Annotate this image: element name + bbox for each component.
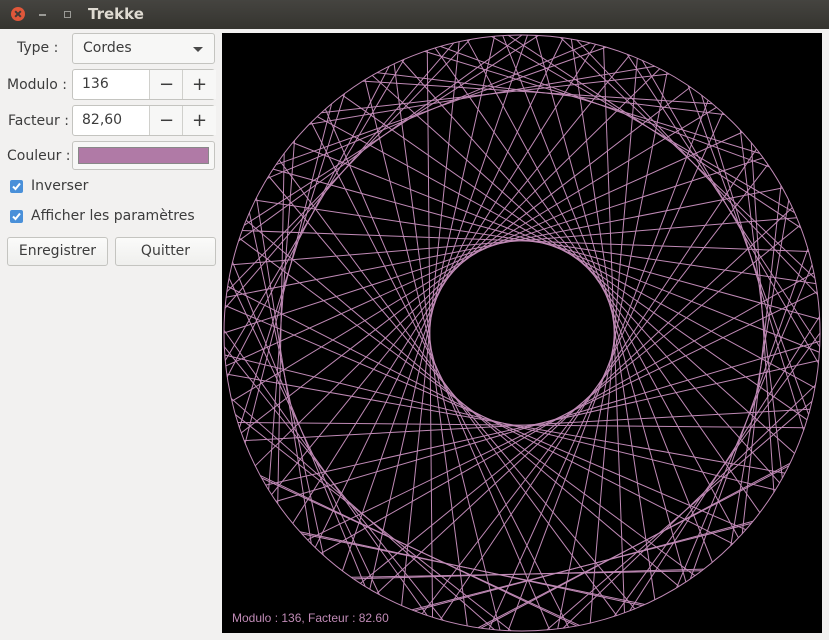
minimize-window-icon[interactable] — [36, 7, 50, 21]
chord-line — [227, 285, 733, 545]
chord-line — [223, 346, 444, 621]
chord-line — [491, 36, 795, 214]
times-table-drawing — [223, 34, 821, 632]
facteur-label: Facteur : — [8, 113, 69, 129]
chord-line — [488, 112, 724, 630]
save-button[interactable]: Enregistrer — [7, 237, 108, 266]
modulo-spinbox[interactable]: 136 − + — [72, 69, 216, 100]
quit-button[interactable]: Quitter — [115, 237, 216, 266]
modulo-label: Modulo : — [7, 77, 68, 93]
chord-line — [362, 80, 713, 105]
outer-circle — [223, 34, 821, 632]
checkmark-icon — [12, 182, 21, 191]
chord-line — [739, 130, 783, 479]
modulo-increment-button[interactable]: + — [182, 70, 216, 99]
type-dropdown[interactable]: Cordes — [72, 33, 215, 64]
chord-line — [687, 85, 810, 415]
chord-line — [307, 291, 818, 541]
couleur-label: Couleur : — [7, 148, 71, 164]
color-swatch — [78, 147, 209, 164]
chord-line — [225, 131, 743, 367]
window-title: Trekke — [88, 5, 144, 23]
facteur-increment-button[interactable]: + — [182, 106, 216, 135]
chord-line — [626, 53, 821, 348]
chord-line — [314, 37, 564, 548]
chord-line — [245, 219, 680, 587]
modulo-input[interactable]: 136 — [82, 76, 109, 92]
chord-line — [629, 316, 820, 612]
maximize-window-icon[interactable] — [61, 7, 75, 21]
chord-line — [272, 168, 820, 320]
params-checkbox[interactable] — [10, 210, 23, 223]
chord-line — [231, 106, 717, 402]
drawing-canvas: Modulo : 136, Facteur : 82.60 — [222, 33, 822, 633]
chord-line — [231, 217, 797, 266]
chord-line — [689, 248, 809, 580]
chevron-down-icon — [193, 47, 203, 52]
close-window-icon[interactable] — [11, 7, 25, 21]
checkmark-icon — [12, 212, 21, 221]
chord-line — [502, 35, 713, 563]
type-selected-value: Cordes — [83, 40, 132, 56]
facteur-input[interactable]: 82,60 — [82, 112, 122, 128]
type-label: Type : — [17, 40, 59, 56]
chord-line — [557, 72, 668, 629]
chord-line — [242, 230, 809, 252]
chord-line — [235, 414, 512, 632]
parameters-overlay: Modulo : 136, Facteur : 82.60 — [232, 611, 389, 625]
params-label[interactable]: Afficher les paramètres — [31, 208, 195, 224]
chord-line — [589, 58, 638, 624]
chord-line — [237, 421, 805, 429]
chord-line — [424, 50, 760, 154]
chord-line — [426, 50, 434, 618]
chord-line — [224, 42, 455, 309]
chord-line — [421, 164, 769, 615]
chord-line — [292, 142, 820, 353]
facteur-spinbox[interactable]: 82,60 − + — [72, 105, 216, 136]
chord-line — [434, 47, 761, 513]
chord-line — [342, 94, 808, 421]
inverser-checkbox[interactable] — [10, 180, 23, 193]
inverser-label[interactable]: Inverser — [31, 178, 88, 194]
modulo-decrement-button[interactable]: − — [149, 70, 183, 99]
color-picker-button[interactable] — [72, 141, 215, 170]
facteur-decrement-button[interactable]: − — [149, 106, 183, 135]
title-bar: Trekke — [0, 0, 829, 29]
chord-line — [341, 34, 528, 571]
